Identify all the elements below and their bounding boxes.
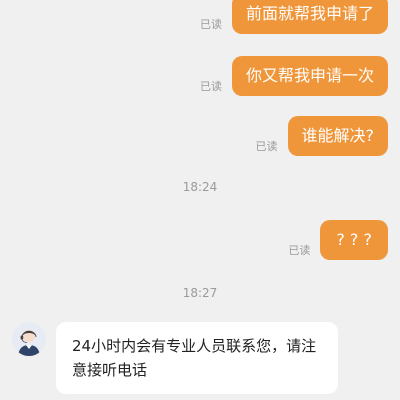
read-status: 已读 xyxy=(199,18,222,31)
timestamp: 18:27 xyxy=(182,286,218,300)
message-row-out: 已读 ? ? ? xyxy=(288,220,388,260)
read-status: 已读 xyxy=(199,80,222,93)
incoming-message-bubble[interactable]: 24小时内会有专业人员联系您，请注意接听电话 xyxy=(56,322,338,394)
timestamp: 18:24 xyxy=(182,180,218,194)
message-row-out: 已读 你又帮我申请一次 xyxy=(200,56,388,96)
agent-avatar-icon[interactable] xyxy=(12,322,46,356)
message-row-out: 已读 谁能解决? xyxy=(255,116,388,156)
chat-thread: 已读 前面就帮我申请了 已读 你又帮我申请一次 已读 谁能解决? 18:24 已… xyxy=(0,0,400,400)
outgoing-message-bubble[interactable]: 你又帮我申请一次 xyxy=(231,56,388,96)
message-row-out: 已读 前面就帮我申请了 xyxy=(200,0,388,34)
read-status: 已读 xyxy=(255,140,278,153)
avatar-illustration xyxy=(12,322,46,356)
outgoing-message-bubble[interactable]: ? ? ? xyxy=(320,220,388,260)
outgoing-message-bubble[interactable]: 前面就帮我申请了 xyxy=(231,0,388,34)
read-status: 已读 xyxy=(288,244,311,257)
outgoing-message-bubble[interactable]: 谁能解决? xyxy=(287,116,388,156)
message-row-in: 24小时内会有专业人员联系您，请注意接听电话 xyxy=(12,322,338,394)
